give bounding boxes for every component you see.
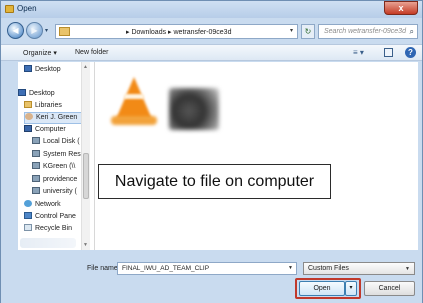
toolbar: Organize ▾ New folder ≡ ▾ ?	[1, 44, 422, 61]
change-view-icon[interactable]: ≡ ▾	[353, 48, 364, 57]
close-button[interactable]: x	[384, 1, 418, 15]
desktop-icon	[18, 89, 26, 96]
recycle-bin-icon	[24, 224, 32, 231]
dialog-footer: File name: FINAL_IWU_AD_TEAM_CLIP ▼ Cust…	[1, 251, 422, 303]
desktop-icon	[24, 65, 32, 72]
nav-item-label: Keri J. Green	[36, 114, 78, 121]
nav-item-label: university (	[43, 188, 77, 195]
open-button[interactable]: Open	[299, 281, 345, 296]
file-type-dropdown-icon[interactable]: ▼	[405, 266, 410, 272]
search-placeholder: Search wetransfer-09ce3d	[324, 28, 406, 35]
nav-item-label: Libraries	[35, 102, 62, 109]
nav-item-desktop[interactable]: Desktop	[18, 89, 55, 101]
nav-item-label: Computer	[35, 126, 66, 133]
file-list-area[interactable]	[94, 62, 418, 250]
window-title: Open	[17, 4, 37, 13]
nav-item-system-reserved[interactable]: System Res	[32, 150, 81, 162]
address-bar[interactable]: ▸ Downloads ▸ wetransfer-09ce3d ▾	[55, 24, 298, 39]
file-name-value: FINAL_IWU_AD_TEAM_CLIP	[122, 265, 210, 272]
file-thumbnail-video[interactable]	[169, 88, 219, 130]
network-drive-icon	[32, 187, 40, 194]
computer-icon	[24, 125, 32, 132]
network-drive-icon	[32, 175, 40, 182]
organize-button[interactable]: Organize ▾	[23, 49, 57, 57]
title-bar[interactable]: Open x	[1, 1, 422, 18]
folder-icon	[5, 5, 14, 13]
instruction-callout: Navigate to file on computer	[98, 164, 331, 199]
vlc-cone-stripe	[124, 94, 144, 99]
folder-icon	[59, 27, 70, 36]
address-history-dropdown[interactable]: ▾	[290, 27, 293, 34]
back-button[interactable]: ◀	[7, 22, 24, 39]
nav-item-label: Control Pane	[35, 213, 76, 220]
cancel-button[interactable]: Cancel	[364, 281, 415, 296]
disk-icon	[32, 137, 40, 144]
nav-item-label: Recycle Bin	[35, 225, 72, 232]
nav-item-recycle-bin[interactable]: Recycle Bin	[24, 224, 72, 236]
libraries-icon	[24, 101, 32, 108]
nav-pane-scrollbar[interactable]: ▲ ▼	[81, 62, 90, 250]
address-row: ◀ ▶ ▾ ▸ Downloads ▸ wetransfer-09ce3d ▾ …	[1, 19, 422, 43]
nav-item-computer[interactable]: Computer	[24, 125, 66, 137]
network-drive-icon	[32, 162, 40, 169]
refresh-button[interactable]: ↻	[301, 24, 315, 39]
file-thumbnail-vlc[interactable]	[107, 74, 161, 128]
nav-item-kgreen-drive[interactable]: KGreen (\\	[32, 162, 75, 174]
open-options-dropdown[interactable]: ▾	[345, 281, 357, 296]
file-type-value: Custom Files	[308, 265, 349, 272]
nav-item-desktop-top[interactable]: Desktop	[24, 65, 61, 77]
search-input[interactable]: Search wetransfer-09ce3d ⌕	[318, 24, 418, 39]
file-name-input[interactable]: FINAL_IWU_AD_TEAM_CLIP ▼	[117, 262, 297, 275]
breadcrumb[interactable]: ▸ Downloads ▸ wetransfer-09ce3d	[126, 28, 231, 36]
recent-pages-dropdown[interactable]: ▾	[45, 27, 48, 34]
file-name-label: File name:	[87, 265, 120, 272]
blurred-nav-item	[20, 238, 76, 248]
disk-icon	[32, 150, 40, 157]
control-panel-icon	[24, 212, 32, 219]
forward-button[interactable]: ▶	[26, 22, 43, 39]
nav-item-user[interactable]: Keri J. Green	[24, 112, 86, 124]
file-type-select[interactable]: Custom Files ▼	[303, 262, 415, 275]
scroll-down-arrow-icon[interactable]: ▼	[83, 242, 88, 248]
help-icon[interactable]: ?	[405, 47, 416, 58]
nav-item-label: KGreen (\\	[43, 163, 76, 170]
nav-item-label: Desktop	[29, 90, 55, 97]
network-icon	[24, 200, 32, 207]
nav-item-label: Local Disk (	[43, 138, 80, 145]
nav-item-providence-drive[interactable]: providence	[32, 175, 77, 187]
nav-item-label: providence	[43, 176, 78, 183]
open-file-dialog: Open x ◀ ▶ ▾ ▸ Downloads ▸ wetransfer-09…	[0, 0, 423, 303]
nav-item-network[interactable]: Network	[24, 200, 61, 212]
nav-item-label: Desktop	[35, 66, 61, 73]
scrollbar-thumb[interactable]	[83, 153, 89, 199]
nav-item-control-panel[interactable]: Control Pane	[24, 212, 76, 224]
nav-item-local-disk[interactable]: Local Disk (	[32, 137, 80, 149]
file-name-dropdown-icon[interactable]: ▼	[288, 265, 293, 271]
search-icon[interactable]: ⌕	[410, 27, 414, 37]
scroll-up-arrow-icon[interactable]: ▲	[83, 64, 88, 70]
new-folder-button[interactable]: New folder	[75, 49, 108, 56]
vlc-cone-base	[111, 116, 157, 125]
user-folder-icon	[25, 113, 33, 120]
nav-item-university-drive[interactable]: university (	[32, 187, 77, 199]
nav-item-label: Network	[35, 201, 61, 208]
preview-pane-icon[interactable]	[384, 48, 393, 57]
nav-item-label: System Res	[43, 151, 81, 158]
